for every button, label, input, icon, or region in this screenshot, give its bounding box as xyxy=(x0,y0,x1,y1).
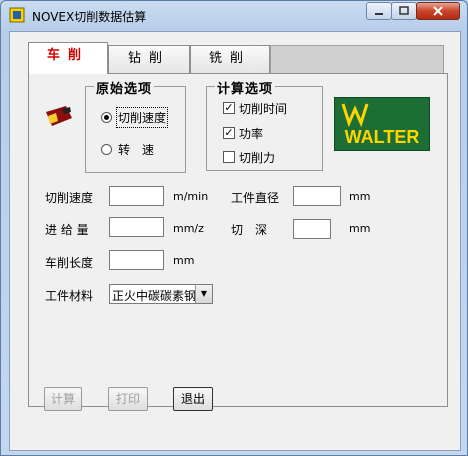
radio-spindle-speed-label[interactable]: 转 速 xyxy=(118,141,154,158)
calc-options-group: 计算选项 ✓ 切削时间 ✓ 功率 切削力 xyxy=(206,78,323,171)
depth-label: 切 深 xyxy=(231,223,268,237)
depth-input[interactable] xyxy=(293,219,331,239)
radio-cutting-speed-label[interactable]: 切削速度 xyxy=(115,107,169,128)
turning-tool-icon xyxy=(46,106,72,126)
tab-milling[interactable]: 铣削 xyxy=(190,45,270,73)
check-power[interactable]: ✓ xyxy=(223,127,235,139)
client-area: 车削 钻削 铣削 原始选项 切削速度 转 速 计算选项 ✓ 切削时间 ✓ 功率 … xyxy=(9,31,461,451)
calculate-button[interactable]: 计算 xyxy=(44,387,82,411)
window-title: NOVEX切削数据估算 xyxy=(32,10,147,24)
cutting-speed-label: 切削速度 xyxy=(45,191,94,205)
close-icon xyxy=(433,6,443,16)
feed-unit: mm/z xyxy=(173,222,204,235)
material-select[interactable]: 正火中碳碳素钢 ▼ xyxy=(109,284,213,304)
radio-spindle-speed[interactable] xyxy=(101,144,112,155)
title-bar[interactable]: NOVEX切削数据估算 xyxy=(1,1,467,31)
cutting-speed-unit: m/min xyxy=(173,190,209,203)
material-select-value: 正火中碳碳素钢 xyxy=(112,289,197,303)
minimize-icon xyxy=(375,13,383,15)
walter-logo: WALTER xyxy=(334,97,430,151)
app-window: NOVEX切削数据估算 车削 钻削 铣削 原始选项 切削速度 转 速 计算选项 … xyxy=(0,0,468,456)
novex-app-icon xyxy=(9,7,25,23)
print-button[interactable]: 打印 xyxy=(108,387,148,411)
workpiece-diameter-label: 工件直径 xyxy=(231,191,280,205)
workpiece-diameter-input[interactable] xyxy=(293,186,341,206)
tab-turning[interactable]: 车削 xyxy=(28,42,108,74)
feed-label: 进 给 量 xyxy=(45,223,89,237)
check-cutting-time[interactable]: ✓ xyxy=(223,102,235,114)
turning-panel: 原始选项 切削速度 转 速 计算选项 ✓ 切削时间 ✓ 功率 切削力 WALTE… xyxy=(28,73,448,407)
minimize-button[interactable] xyxy=(366,2,392,20)
cutting-speed-input[interactable] xyxy=(109,186,164,206)
tab-strip-background xyxy=(270,45,444,73)
tab-drilling[interactable]: 钻削 xyxy=(108,45,190,73)
maximize-button[interactable] xyxy=(391,2,417,20)
calc-options-title: 计算选项 xyxy=(215,78,276,97)
chevron-down-icon[interactable]: ▼ xyxy=(195,285,212,303)
maximize-icon xyxy=(399,6,409,15)
check-cutting-time-label[interactable]: 切削时间 xyxy=(239,100,287,117)
workpiece-diameter-unit: mm xyxy=(349,190,371,203)
check-cutting-force-label[interactable]: 切削力 xyxy=(239,149,275,166)
raw-options-group: 原始选项 切削速度 转 速 xyxy=(85,78,186,173)
cut-length-input[interactable] xyxy=(109,250,164,270)
radio-cutting-speed[interactable] xyxy=(101,112,112,123)
cut-length-label: 车削长度 xyxy=(45,256,94,270)
raw-options-title: 原始选项 xyxy=(94,78,155,97)
check-cutting-force[interactable] xyxy=(223,151,235,163)
material-label: 工件材料 xyxy=(45,289,94,303)
exit-button[interactable]: 退出 xyxy=(173,387,213,411)
walter-logo-text: WALTER xyxy=(344,127,420,147)
depth-unit: mm xyxy=(349,222,371,235)
walter-w-mark-icon xyxy=(341,103,369,128)
check-power-label[interactable]: 功率 xyxy=(239,125,263,142)
feed-input[interactable] xyxy=(109,217,164,237)
close-button[interactable] xyxy=(416,2,460,20)
cut-length-unit: mm xyxy=(173,254,195,267)
